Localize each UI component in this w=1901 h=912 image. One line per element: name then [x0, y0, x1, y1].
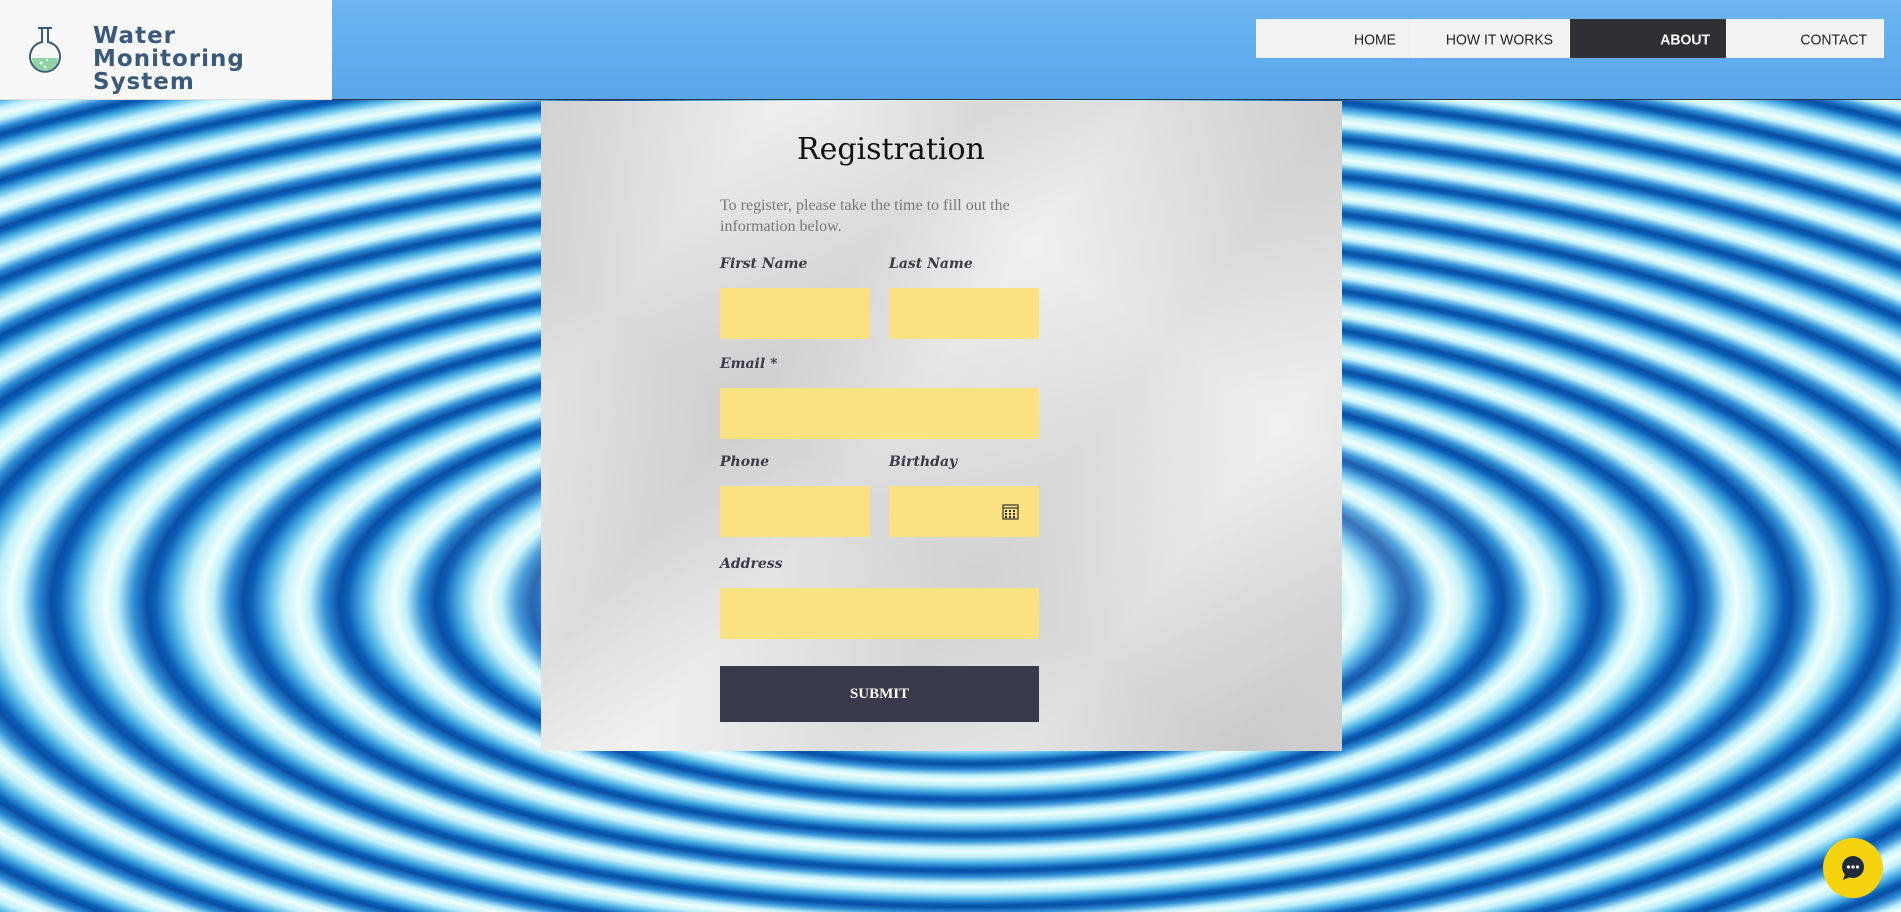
- site-title[interactable]: Water Monitoring System: [93, 25, 323, 94]
- first-name-label: First Name: [720, 256, 808, 272]
- address-field[interactable]: [720, 588, 1039, 639]
- address-label: Address: [720, 556, 783, 572]
- brand-block[interactable]: Water Monitoring System: [0, 0, 332, 100]
- nav-how-it-works[interactable]: HOW IT WORKS: [1413, 19, 1570, 58]
- phone-field[interactable]: [720, 486, 870, 537]
- nav-home[interactable]: HOME: [1256, 19, 1413, 58]
- site-header: Water Monitoring System HOME HOW IT WORK…: [0, 0, 1901, 100]
- main-nav: HOME HOW IT WORKS ABOUT CONTACT: [1256, 19, 1884, 58]
- flask-icon: [29, 27, 61, 73]
- phone-label: Phone: [720, 454, 770, 470]
- last-name-field[interactable]: [889, 288, 1039, 339]
- email-label: Email *: [720, 356, 778, 372]
- birthday-label: Birthday: [889, 454, 958, 470]
- calendar-icon[interactable]: [1002, 503, 1019, 520]
- form-intro: To register, please take the time to fil…: [720, 197, 1010, 235]
- first-name-field[interactable]: [720, 288, 870, 339]
- nav-about[interactable]: ABOUT: [1570, 19, 1727, 58]
- email-field[interactable]: [720, 388, 1039, 439]
- form-title: Registration: [797, 132, 985, 167]
- nav-contact[interactable]: CONTACT: [1727, 19, 1884, 58]
- submit-button[interactable]: SUBMIT: [720, 666, 1039, 722]
- last-name-label: Last Name: [889, 256, 973, 272]
- chat-button[interactable]: [1823, 838, 1883, 898]
- chat-bubble-icon: [1842, 856, 1864, 880]
